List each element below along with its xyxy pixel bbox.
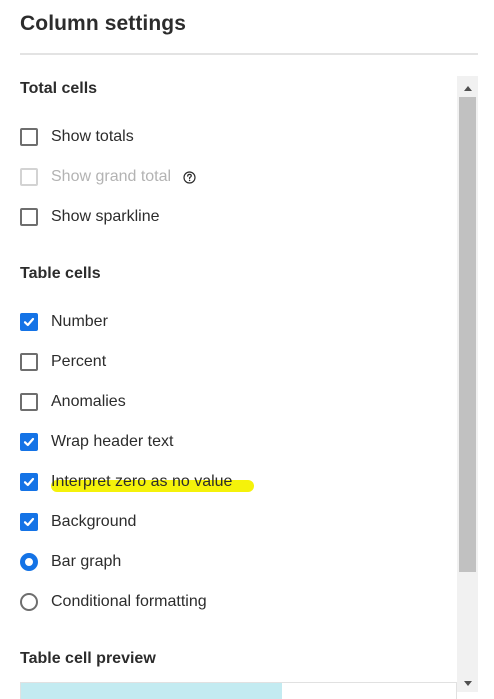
interpret-zero-checkbox[interactable]	[20, 473, 38, 491]
title-divider	[20, 53, 478, 55]
background-label: Background	[51, 513, 137, 530]
anomalies-checkbox[interactable]	[20, 393, 38, 411]
option-number[interactable]: Number	[20, 310, 108, 334]
option-anomalies[interactable]: Anomalies	[20, 390, 126, 414]
show-sparkline-label: Show sparkline	[51, 208, 160, 225]
option-conditional-formatting[interactable]: Conditional formatting	[20, 590, 207, 614]
number-checkbox[interactable]	[20, 313, 38, 331]
percent-label: Percent	[51, 353, 107, 370]
scroll-up-button[interactable]	[457, 76, 478, 97]
vertical-scrollbar[interactable]	[457, 76, 478, 692]
show-grand-total-label: Show grand total	[51, 168, 172, 185]
settings-scroll-area: Total cells Show totals Show grand total…	[0, 74, 494, 699]
option-bar-graph[interactable]: Bar graph	[20, 550, 121, 574]
triangle-up-icon	[463, 78, 472, 96]
wrap-header-text-label: Wrap header text	[51, 433, 174, 450]
bar-graph-label: Bar graph	[51, 553, 122, 570]
help-circle-icon[interactable]	[183, 170, 196, 184]
scroll-thumb[interactable]	[459, 97, 476, 572]
interpret-zero-label: Interpret zero as no value	[51, 473, 233, 490]
number-label: Number	[51, 313, 108, 330]
conditional-formatting-label: Conditional formatting	[51, 593, 207, 610]
interpret-zero-label-wrap: Interpret zero as no value	[51, 473, 254, 492]
option-wrap-header-text[interactable]: Wrap header text	[20, 430, 173, 454]
section-heading-table-cell-preview: Table cell preview	[20, 650, 156, 667]
option-show-sparkline[interactable]: Show sparkline	[20, 205, 160, 229]
anomalies-label: Anomalies	[51, 393, 126, 410]
show-grand-total-checkbox	[20, 168, 38, 186]
scroll-down-button[interactable]	[457, 671, 478, 692]
panel-title: Column settings	[20, 12, 187, 35]
option-percent[interactable]: Percent	[20, 350, 106, 374]
option-background[interactable]: Background	[20, 510, 136, 534]
background-checkbox[interactable]	[20, 513, 38, 531]
option-show-grand-total: Show grand total	[20, 165, 196, 189]
section-heading-total-cells: Total cells	[20, 80, 98, 97]
conditional-formatting-radio[interactable]	[20, 593, 38, 611]
show-totals-checkbox[interactable]	[20, 128, 38, 146]
preview-bar	[21, 683, 282, 699]
option-show-totals[interactable]: Show totals	[20, 125, 134, 149]
show-sparkline-checkbox[interactable]	[20, 208, 38, 226]
table-cell-preview	[20, 682, 457, 699]
wrap-header-text-checkbox[interactable]	[20, 433, 38, 451]
section-heading-table-cells: Table cells	[20, 265, 101, 282]
bar-graph-radio[interactable]	[20, 553, 38, 571]
percent-checkbox[interactable]	[20, 353, 38, 371]
show-totals-label: Show totals	[51, 128, 134, 145]
triangle-down-icon	[463, 673, 472, 691]
option-interpret-zero-as-no-value[interactable]: Interpret zero as no value	[20, 470, 254, 494]
